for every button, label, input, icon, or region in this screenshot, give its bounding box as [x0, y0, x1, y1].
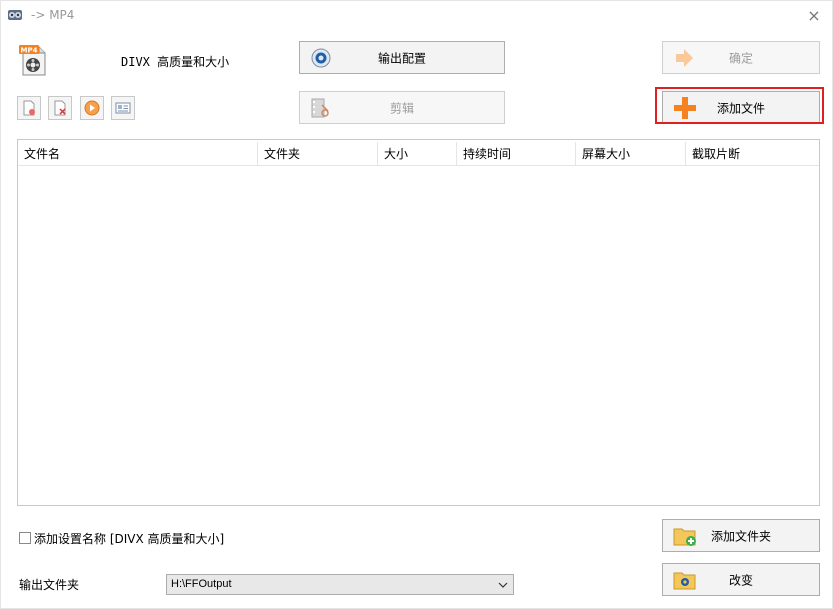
window-title: -> MP4 — [31, 8, 75, 22]
column-header-clip[interactable]: 截取片断 — [686, 142, 819, 166]
edit-button[interactable]: 剪辑 — [299, 91, 505, 124]
output-folder-label: 输出文件夹 — [19, 578, 80, 592]
close-button[interactable]: × — [802, 5, 826, 27]
edit-label: 剪辑 — [389, 101, 414, 115]
mp4-badge: MP4 — [21, 47, 38, 55]
file-list-header: 文件名 文件夹 大小 持续时间 屏幕大小 截取片断 — [18, 142, 819, 166]
output-folder-value: H:\FFOutput — [171, 578, 232, 590]
column-header-filename[interactable]: 文件名 — [18, 142, 258, 166]
add-setting-name-checkbox[interactable] — [19, 532, 31, 544]
add-setting-name-label: 添加设置名称 [DIVX 高质量和大小] — [34, 532, 225, 546]
output-config-button[interactable]: 输出配置 — [299, 41, 505, 74]
media-info-button[interactable] — [111, 96, 135, 120]
column-header-folder[interactable]: 文件夹 — [258, 142, 378, 166]
clear-list-button[interactable] — [48, 96, 72, 120]
change-label: 改变 — [728, 573, 753, 587]
add-folder-label: 添加文件夹 — [710, 529, 771, 543]
close-icon: × — [807, 6, 821, 25]
change-button[interactable]: 改变 — [662, 563, 820, 596]
info-card-icon — [115, 102, 131, 114]
format-name: DIVX 高质量和大小 — [121, 55, 230, 69]
column-header-screen-size[interactable]: 屏幕大小 — [576, 142, 686, 166]
file-remove-icon — [23, 100, 35, 116]
output-config-label: 输出配置 — [377, 51, 426, 65]
app-icon — [8, 10, 22, 20]
chevron-down-icon — [498, 582, 508, 588]
ok-button[interactable]: 确定 — [662, 41, 820, 74]
main-window: -> MP4 × MP4 DIVX 高质量和大小 输出配置 剪辑 确定 添加文件… — [0, 0, 833, 609]
ok-label: 确定 — [728, 51, 753, 65]
title-bar: -> MP4 × — [1, 1, 832, 31]
mp4-file-icon: MP4 — [19, 45, 46, 76]
column-header-duration[interactable]: 持续时间 — [457, 142, 576, 166]
play-icon — [84, 100, 100, 116]
file-list[interactable]: 文件名 文件夹 大小 持续时间 屏幕大小 截取片断 — [17, 139, 820, 506]
remove-file-button[interactable] — [17, 96, 41, 120]
play-button[interactable] — [80, 96, 104, 120]
file-clear-icon — [54, 100, 66, 116]
add-file-label: 添加文件 — [716, 101, 765, 115]
output-folder-select[interactable]: H:\FFOutput — [166, 574, 514, 595]
add-file-button[interactable]: 添加文件 — [662, 91, 820, 124]
add-folder-button[interactable]: 添加文件夹 — [662, 519, 820, 552]
column-header-size[interactable]: 大小 — [378, 142, 457, 166]
